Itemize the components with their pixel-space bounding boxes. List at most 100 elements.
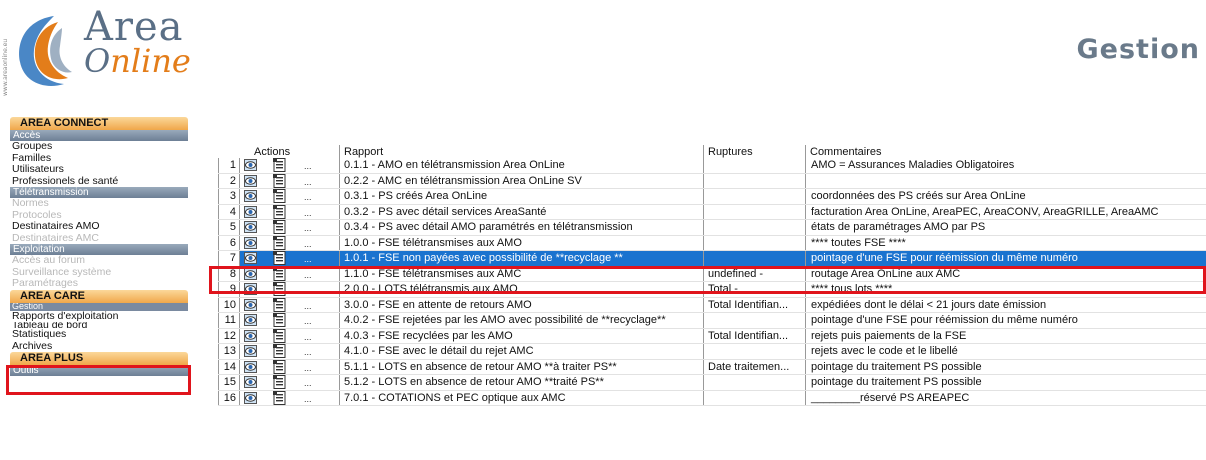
view-report-icon[interactable] — [244, 298, 257, 311]
table-row[interactable]: 15... 5.1.2 - LOTS en absence de retour A… — [218, 375, 1206, 391]
export-report-icon[interactable] — [273, 359, 286, 374]
rapport-cell[interactable]: 7.0.1 - COTATIONS et PEC optique aux AMC — [340, 390, 704, 405]
table-row[interactable]: 7... 1.0.1 - FSE non payées avec possibil… — [218, 251, 1206, 267]
ruptures-cell — [704, 344, 806, 359]
column-header-commentaires[interactable]: Commentaires — [806, 145, 1206, 158]
more-options-button[interactable]: ... — [304, 394, 312, 404]
table-row[interactable]: 4... 0.3.2 - PS avec détail services Area… — [218, 204, 1206, 220]
sidebar-highlight-box — [6, 365, 191, 395]
view-report-icon[interactable] — [244, 360, 257, 373]
rapport-cell[interactable]: 0.3.1 - PS créés Area OnLine — [340, 189, 704, 204]
table-row[interactable]: 5... 0.3.4 - PS avec détail AMO paramétré… — [218, 220, 1206, 236]
more-options-button[interactable]: ... — [304, 363, 312, 373]
view-report-icon[interactable] — [244, 376, 257, 388]
sidebar-item-rapports-d-exploitation[interactable]: Rapports d'exploitation — [10, 310, 188, 323]
table-row[interactable]: 11... 4.0.2 - FSE rejetées par les AMO av… — [218, 313, 1206, 329]
sidebar-item-destinataires-amo[interactable]: Destinataires AMO — [10, 220, 188, 233]
rapport-cell[interactable]: 0.3.4 - PS avec détail AMO paramétrés en… — [340, 220, 704, 235]
rapport-cell[interactable]: 0.1.1 - AMO en télétransmission Area OnL… — [340, 158, 704, 173]
rapport-cell[interactable]: 1.0.1 - FSE non payées avec possibilité … — [340, 251, 704, 266]
view-report-icon[interactable] — [244, 252, 257, 264]
table-row[interactable]: 6... 1.0.0 - FSE télétransmises aux AMO **… — [218, 235, 1206, 251]
view-report-icon[interactable] — [244, 174, 257, 187]
more-options-button[interactable]: ... — [304, 316, 312, 326]
view-report-icon[interactable] — [244, 159, 257, 171]
more-options-button[interactable]: ... — [304, 239, 312, 249]
rapport-cell[interactable]: 5.1.1 - LOTS en absence de retour AMO **… — [340, 359, 704, 374]
export-report-icon[interactable] — [273, 220, 286, 234]
more-options-button[interactable]: ... — [304, 347, 312, 357]
column-header-actions[interactable]: Actions — [218, 145, 340, 158]
export-report-icon[interactable] — [273, 235, 286, 250]
table-row[interactable]: 10... 3.0.0 - FSE en attente de retours A… — [218, 297, 1206, 313]
commentaire-cell: rejets puis paiements de la FSE — [811, 329, 967, 342]
export-report-icon[interactable] — [273, 173, 286, 188]
export-report-icon[interactable] — [273, 328, 286, 343]
view-report-icon[interactable] — [244, 391, 257, 404]
export-report-icon[interactable] — [273, 189, 286, 203]
sidebar-item-archives[interactable]: Archives — [10, 340, 188, 353]
export-report-icon[interactable] — [273, 375, 286, 389]
column-header-rapport[interactable]: Rapport — [340, 145, 704, 158]
more-options-button[interactable]: ... — [304, 223, 312, 233]
sidebar-item-utilisateurs[interactable]: Utilisateurs — [10, 163, 188, 176]
row-actions: ... — [240, 158, 340, 173]
rapport-cell[interactable]: 4.0.3 - FSE recyclées par les AMO — [340, 328, 704, 343]
view-report-icon[interactable] — [244, 345, 257, 357]
view-report-icon[interactable] — [244, 221, 257, 233]
commentaire-cell: pointage d'une FSE pour réémission du mê… — [811, 314, 1078, 326]
view-report-icon[interactable] — [244, 205, 257, 218]
table-row[interactable]: 1... 0.1.1 - AMO en télétransmission Area… — [218, 158, 1206, 174]
export-report-icon[interactable] — [273, 204, 286, 219]
more-options-button[interactable]: ... — [304, 332, 312, 342]
more-options-button[interactable]: ... — [304, 254, 312, 264]
table-row[interactable]: 16... 7.0.1 - COTATIONS et PEC optique au… — [218, 390, 1206, 406]
rapport-cell[interactable]: 4.1.0 - FSE avec le détail du rejet AMC — [340, 344, 704, 359]
table-row[interactable]: 12... 4.0.3 - FSE recyclées par les AMO To… — [218, 328, 1206, 344]
more-options-button[interactable]: ... — [304, 208, 312, 218]
ruptures-cell — [704, 251, 806, 266]
rapport-cell[interactable]: 4.0.2 - FSE rejetées par les AMO avec po… — [340, 313, 704, 328]
section-area-connect: AREA CONNECT — [10, 117, 188, 130]
table-row[interactable]: 13... 4.1.0 - FSE avec le détail du rejet… — [218, 344, 1206, 360]
rapport-cell[interactable]: 1.0.0 - FSE télétransmises aux AMO — [340, 235, 704, 250]
export-report-icon[interactable] — [273, 344, 286, 358]
table-header: Actions Rapport Ruptures Commentaires — [218, 145, 1206, 158]
table-row[interactable]: 14... 5.1.1 - LOTS en absence de retour A… — [218, 359, 1206, 375]
row-number: 4 — [218, 204, 240, 219]
row-number: 11 — [218, 313, 240, 328]
ruptures-cell — [704, 204, 806, 219]
view-report-icon[interactable] — [244, 190, 257, 202]
more-options-button[interactable]: ... — [304, 161, 312, 171]
more-options-button[interactable]: ... — [304, 177, 312, 187]
rapport-cell[interactable]: 0.2.2 - AMC en télétransmission Area OnL… — [340, 173, 704, 188]
view-report-icon[interactable] — [244, 329, 257, 342]
rapport-cell[interactable]: 0.3.2 - PS avec détail services AreaSant… — [340, 204, 704, 219]
more-options-button[interactable]: ... — [304, 378, 312, 388]
view-report-icon[interactable] — [244, 314, 257, 326]
sidebar-item-professionels-de-sante[interactable]: Professionels de santé — [10, 175, 188, 188]
commentaire-cell: expédiées dont le délai < 21 jours date … — [811, 298, 1047, 311]
row-number: 2 — [218, 173, 240, 188]
view-report-icon[interactable] — [244, 236, 257, 249]
export-report-icon[interactable] — [273, 390, 286, 405]
export-report-icon[interactable] — [273, 313, 286, 327]
more-options-button[interactable]: ... — [304, 192, 312, 202]
table-row[interactable]: 2... 0.2.2 - AMC en télétransmission Area… — [218, 173, 1206, 189]
rapport-cell[interactable]: 3.0.0 - FSE en attente de retours AMO — [340, 297, 704, 312]
sidebar-item-statistiques[interactable]: Statistiques — [10, 328, 188, 341]
sidebar-item-normes: Normes — [12, 197, 49, 209]
logo-online-rest: nline — [110, 42, 191, 80]
export-report-icon[interactable] — [273, 158, 286, 172]
row-highlight-box — [209, 266, 1206, 294]
export-report-icon[interactable] — [273, 297, 286, 312]
table-row[interactable]: 3... 0.3.1 - PS créés Area OnLine coordonn… — [218, 189, 1206, 205]
row-actions: ... — [240, 313, 340, 328]
rapport-cell[interactable]: 5.1.2 - LOTS en absence de retour AMO **… — [340, 375, 704, 390]
column-header-ruptures[interactable]: Ruptures — [704, 145, 806, 158]
ruptures-cell — [704, 390, 806, 405]
more-options-button[interactable]: ... — [304, 301, 312, 311]
sidebar-item-groupes[interactable]: Groupes — [10, 140, 188, 153]
export-report-icon[interactable] — [273, 251, 286, 265]
ruptures-cell — [704, 313, 806, 328]
